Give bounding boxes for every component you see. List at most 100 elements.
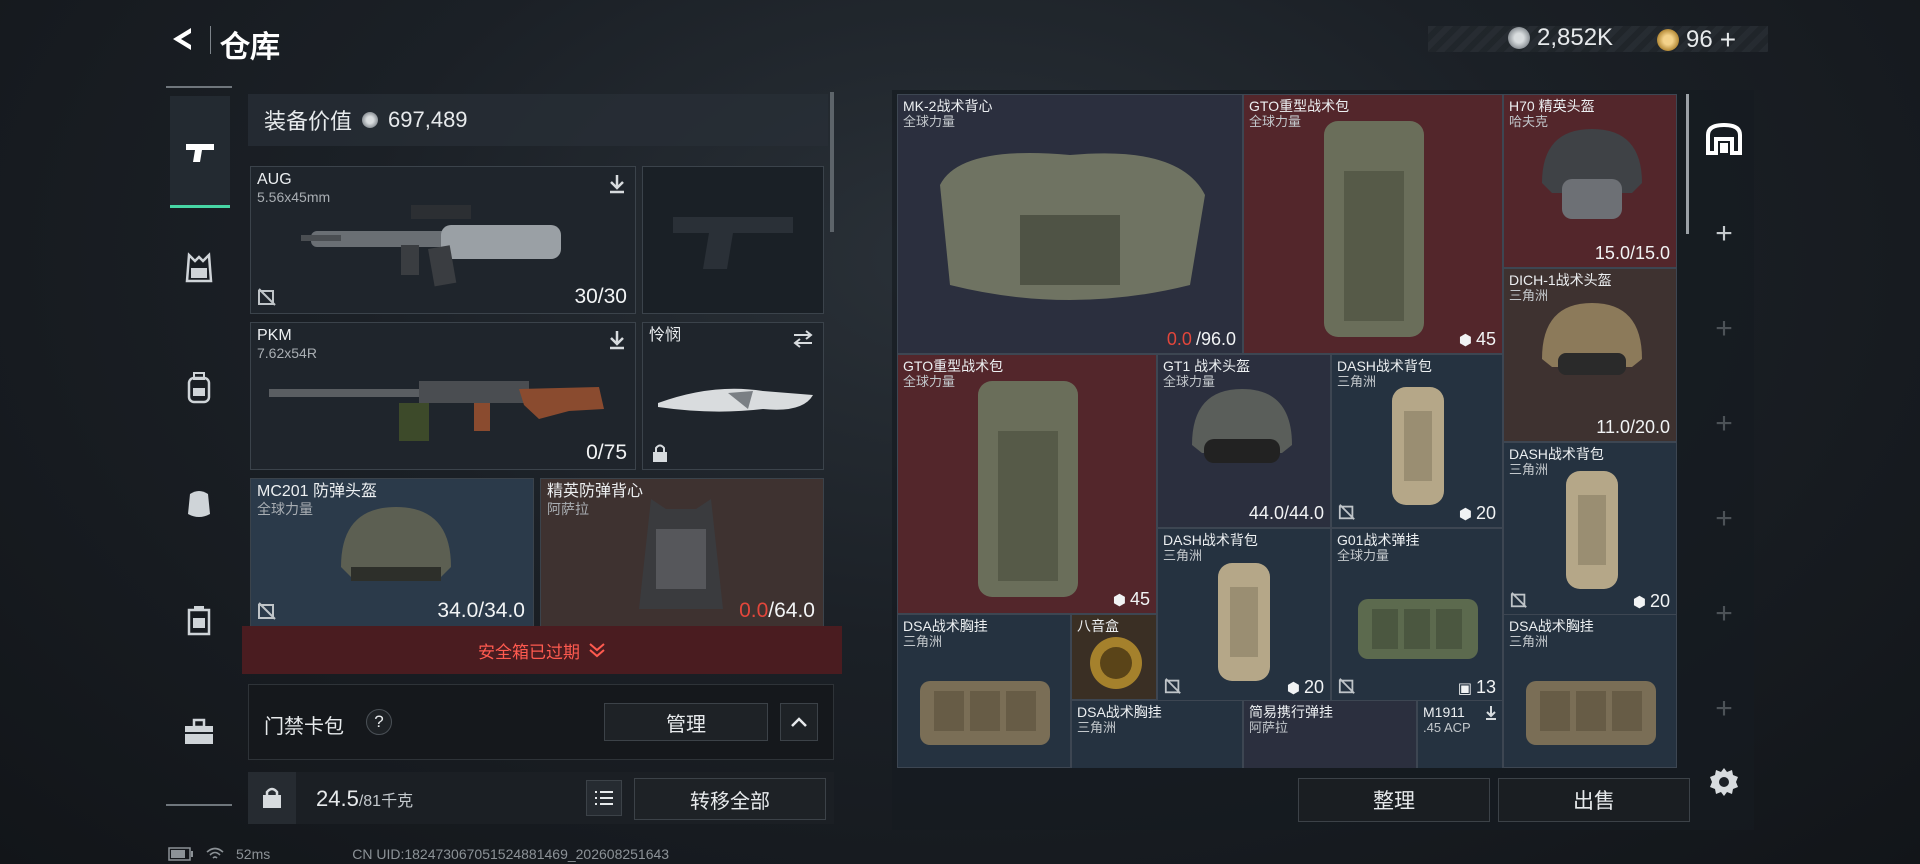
stash-item-dash-3[interactable]: DASH战术背包 三角洲 ⬢ 20 (1157, 528, 1331, 702)
capacity-icon: ⬢ (1458, 505, 1472, 523)
armor-slot[interactable]: 精英防弹背心 阿萨拉 0.0/64.0 (540, 478, 824, 628)
stash-home-icon (1706, 122, 1742, 155)
stash-scrollbar[interactable] (1686, 94, 1689, 234)
nav-backpack[interactable] (166, 332, 232, 444)
stash-tab-add-3[interactable]: + (1694, 379, 1754, 469)
no-insure-icon (1338, 678, 1355, 694)
swap-icon[interactable] (791, 329, 815, 349)
armor-vest-image (639, 499, 723, 609)
capacity: ⬢ 20 (1287, 677, 1324, 698)
item-name: DASH战术背包 (1163, 532, 1258, 548)
stash-item-h70[interactable]: H70 精英头盔 哈夫克 15.0/15.0 (1503, 94, 1677, 268)
stash-item-gt1[interactable]: GT1 战术头盔 全球力量 44.0/44.0 (1157, 354, 1331, 528)
capacity-value: 20 (1475, 503, 1496, 523)
stash-tab-add-6[interactable]: + (1694, 664, 1754, 754)
capacity-value: 20 (1649, 591, 1670, 611)
stash-item-dsa-3[interactable]: DSA战术胸挂 三角洲 (1503, 614, 1677, 768)
capacity: ⬢ 20 (1633, 591, 1670, 612)
nav-pouch[interactable] (166, 564, 232, 676)
stash-tab-add-4[interactable]: + (1694, 474, 1754, 564)
slot-item-sub: 全球力量 (257, 501, 313, 517)
download-icon[interactable] (1484, 705, 1498, 721)
stash-item-gto-2[interactable]: GTO重型战术包 全球力量 ⬢ 45 (897, 354, 1157, 614)
helmet-slot[interactable]: MC201 防弹头盔 全球力量 34.0/34.0 (250, 478, 534, 628)
nav-armor[interactable] (166, 448, 232, 560)
melee-slot[interactable]: 怜悯 (642, 322, 824, 470)
sort-button[interactable]: 整理 (1298, 778, 1490, 822)
ammo-count: 0/75 (586, 441, 627, 464)
stash-item-dich1[interactable]: DICH-1战术头盔 三角洲 11.0/20.0 (1503, 268, 1677, 442)
item-name: DSA战术胸挂 (903, 618, 988, 634)
nav-chest-rig[interactable] (166, 212, 232, 324)
stash-tab-add-1[interactable]: + (1694, 189, 1754, 279)
no-insure-icon (1338, 504, 1355, 520)
stash-item-g01[interactable]: G01战术弹挂 全球力量 ▣ 13 (1331, 528, 1503, 702)
stash-item-dash-1[interactable]: DASH战术背包 三角洲 ⬢ 20 (1331, 354, 1503, 528)
durability: 34.0/34.0 (437, 599, 525, 622)
safebox-expired-banner[interactable]: 安全箱已过期 (242, 626, 842, 674)
stash-item-mk2[interactable]: MK-2战术背心 全球力量 0.0/96.0 (897, 94, 1243, 354)
transfer-all-button[interactable]: 转移全部 (634, 778, 826, 820)
download-icon[interactable] (607, 329, 627, 351)
stash-tab-main[interactable] (1694, 94, 1754, 184)
equipment-scrollbar[interactable] (830, 92, 834, 232)
helmet-image (1542, 303, 1642, 375)
backpack-icon (187, 372, 211, 404)
chest-rig-image (1358, 599, 1478, 659)
capacity: ⬢ 20 (1459, 503, 1496, 524)
stash-item-dsa-2[interactable]: DSA战术胸挂 三角洲 (1071, 700, 1243, 768)
toolbox-icon (185, 718, 213, 744)
wifi-icon (206, 847, 224, 859)
knife-image (658, 388, 813, 412)
capacity: ⬢ 45 (1459, 329, 1496, 350)
sidearm-slot[interactable] (642, 166, 824, 314)
capacity-icon: ⬢ (1458, 331, 1472, 349)
ping-text: 52ms (236, 846, 271, 862)
capacity-icon: ⬢ (1286, 679, 1300, 697)
secondary-weapon-slot[interactable]: PKM 7.62x54R 0/75 (250, 322, 636, 470)
header-divider (210, 26, 211, 54)
stash-item-simple-rig[interactable]: 简易携行弹挂 阿萨拉 (1243, 700, 1417, 768)
settings-button[interactable] (1704, 762, 1744, 802)
aug-rifle-image (301, 205, 561, 287)
primary-weapon-slot[interactable]: AUG 5.56x45mm 30/30 (250, 166, 636, 314)
status-bar: 52ms CN UID:1824730670515248814​69_20260… (168, 846, 669, 862)
nav-toolbox[interactable] (166, 676, 232, 788)
stash-item-dsa-1[interactable]: DSA战术胸挂 三角洲 (897, 614, 1071, 768)
durability-current: 0.0 (1166, 329, 1192, 349)
no-insure-icon (258, 288, 276, 306)
pistol-placeholder-icon (673, 217, 793, 269)
pkm-gun-image (269, 381, 604, 441)
capacity: ▣ 13 (1458, 677, 1496, 698)
helmet-image (341, 507, 451, 581)
weight-icon-box (248, 772, 296, 824)
stash-item-gto-1[interactable]: GTO重型战术包 全球力量 ⬢ 45 (1243, 94, 1503, 354)
add-currency-button[interactable]: + (1720, 24, 1736, 56)
stash-item-dash-2[interactable]: DASH战术背包 三角洲 ⬢ 20 (1503, 442, 1677, 616)
backpack-image (978, 381, 1078, 597)
collapse-button[interactable] (780, 703, 818, 741)
chest-rig-image (1526, 681, 1656, 745)
stash-tab-add-2[interactable]: + (1694, 284, 1754, 374)
item-sub: 三角洲 (903, 634, 943, 649)
backpack-image (1218, 563, 1270, 681)
list-view-button[interactable] (586, 780, 622, 816)
equipment-value-header: 装备价值 697,489 (248, 94, 828, 146)
coin-icon (1508, 27, 1530, 49)
sell-button[interactable]: 出售 (1498, 778, 1690, 822)
nav-weapons[interactable] (170, 96, 230, 208)
currency-premium[interactable]: 96 + (1657, 24, 1736, 56)
download-icon[interactable] (607, 173, 627, 195)
help-button[interactable]: ? (366, 709, 392, 735)
item-sub: 三角洲 (1077, 720, 1117, 735)
back-button[interactable] (165, 22, 199, 56)
slot-item-name: AUG (257, 171, 292, 188)
item-name: 简易携行弹挂 (1249, 704, 1333, 720)
backpack-image (1392, 387, 1444, 505)
manage-button[interactable]: 管理 (604, 703, 768, 741)
stash-item-m1911[interactable]: M1911 .45 ACP (1417, 700, 1503, 768)
stash-tab-add-5[interactable]: + (1694, 569, 1754, 659)
nav-bottom-divider (166, 804, 232, 806)
gear-icon (1710, 768, 1738, 796)
stash-item-music-box[interactable]: 八音盒 (1071, 614, 1157, 700)
